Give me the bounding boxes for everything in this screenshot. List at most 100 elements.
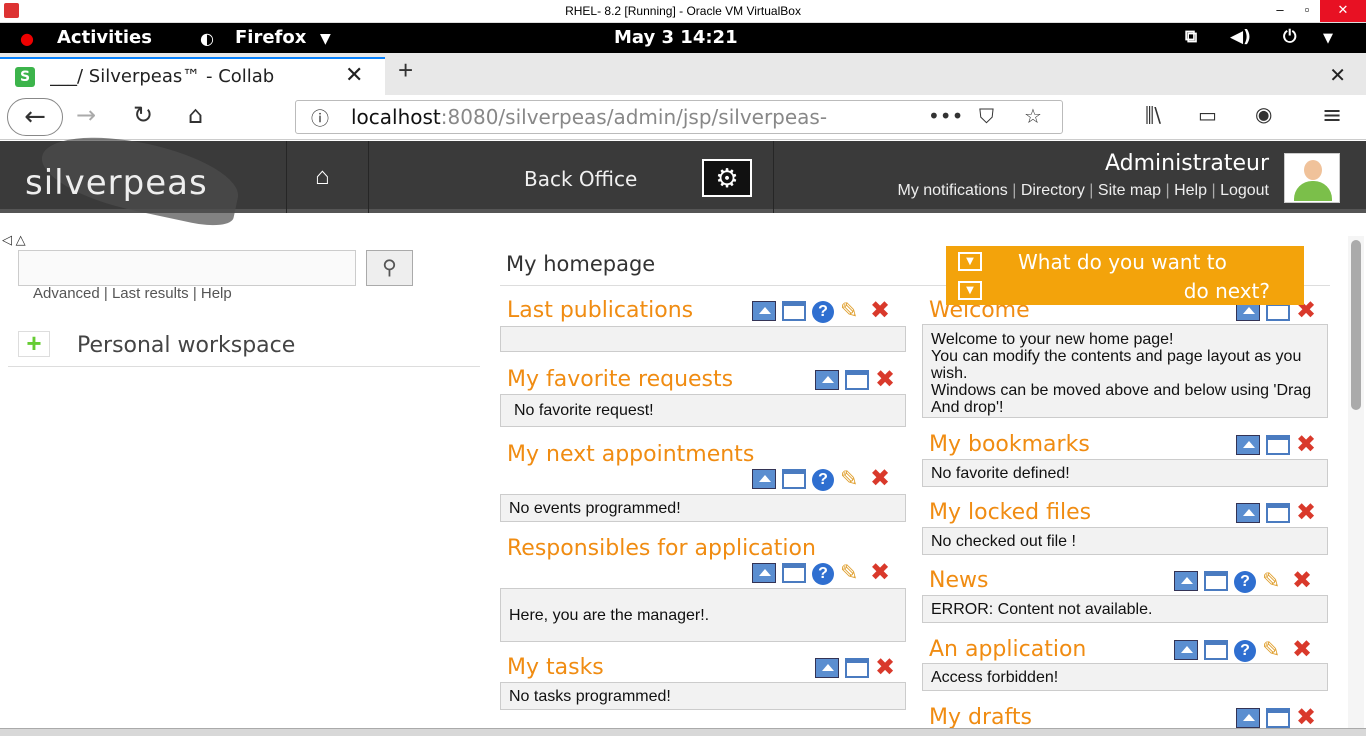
tab-close-icon[interactable]: ✕	[345, 63, 363, 88]
close-window-button[interactable]: ✕	[1320, 0, 1366, 22]
home-icon[interactable]: ⌂	[315, 163, 330, 191]
minimize-icon[interactable]	[752, 301, 776, 321]
reload-button[interactable]: ↻	[133, 101, 153, 129]
search-input[interactable]	[18, 250, 356, 286]
volume-icon[interactable]: ◀)	[1230, 27, 1251, 47]
edit-icon[interactable]: ✎	[840, 468, 864, 490]
url-text[interactable]: localhost:8080/silverpeas/admin/jsp/silv…	[351, 105, 866, 129]
minimize-icon[interactable]	[752, 563, 776, 583]
dropdown-arrow-icon[interactable]: ▼	[958, 252, 982, 271]
what-next-dropdown[interactable]: ▼ What do you want to ▼ do next?	[946, 246, 1304, 305]
help-icon[interactable]: ?	[812, 563, 834, 585]
delete-icon[interactable]: ✖	[1292, 638, 1316, 662]
delete-icon[interactable]: ✖	[1296, 433, 1320, 457]
portlet-title: My bookmarks	[929, 432, 1090, 457]
minimize-icon[interactable]	[1236, 708, 1260, 728]
maximize-icon[interactable]	[782, 563, 806, 583]
site-map-link[interactable]: Site map	[1098, 182, 1161, 199]
directory-link[interactable]: Directory	[1021, 182, 1085, 199]
network-icon[interactable]: ⧉	[1185, 27, 1197, 47]
scrollbar-thumb[interactable]	[1351, 240, 1361, 410]
portlet-title: Last publications	[507, 298, 694, 323]
page-scrollbar[interactable]	[1348, 236, 1364, 736]
maximize-icon[interactable]	[782, 469, 806, 489]
delete-icon[interactable]: ✖	[870, 467, 894, 491]
minimize-icon[interactable]	[815, 658, 839, 678]
edit-icon[interactable]: ✎	[840, 562, 864, 584]
minimize-icon[interactable]	[1174, 571, 1198, 591]
avatar[interactable]	[1284, 153, 1340, 203]
hamburger-menu-icon[interactable]: ≡	[1322, 101, 1342, 129]
maximize-icon[interactable]	[1266, 503, 1290, 523]
portlet-body: No tasks programmed!	[500, 682, 906, 710]
gnome-topbar: ● Activities ◐ Firefox ▼ May 3 14:21 ⧉ ◀…	[0, 23, 1366, 53]
minimize-icon[interactable]	[1174, 640, 1198, 660]
extension-icon[interactable]: ◉	[1255, 102, 1272, 126]
dropdown-arrow-icon[interactable]: ▼	[958, 281, 982, 300]
maximize-icon[interactable]	[1266, 708, 1290, 728]
back-office-link[interactable]: Back Office	[524, 167, 637, 191]
minimize-icon[interactable]	[1236, 435, 1260, 455]
maximize-icon[interactable]	[782, 301, 806, 321]
minimize-button[interactable]: –	[1265, 0, 1295, 22]
portlet-title: My drafts	[929, 705, 1032, 730]
edit-icon[interactable]: ✎	[1262, 570, 1286, 592]
maximize-icon[interactable]	[845, 370, 869, 390]
library-icon[interactable]: ⫼\	[1145, 103, 1161, 127]
app-menu-button[interactable]: Firefox	[235, 27, 306, 48]
delete-icon[interactable]: ✖	[870, 561, 894, 585]
close-window-icon[interactable]: ✕	[1329, 63, 1346, 88]
minimize-icon[interactable]	[752, 469, 776, 489]
page-actions-button[interactable]: •••	[928, 104, 963, 128]
logout-link[interactable]: Logout	[1220, 182, 1269, 199]
minimize-icon[interactable]	[1236, 503, 1260, 523]
tab-silverpeas[interactable]: S ___/ Silverpeas™ - Collab ✕	[0, 57, 385, 95]
help-icon[interactable]: ?	[812, 301, 834, 323]
portlet-title: My tasks	[507, 655, 604, 680]
silverpeas-logo[interactable]: silverpeas	[25, 163, 208, 203]
maximize-icon[interactable]	[1204, 571, 1228, 591]
maximize-icon[interactable]	[1204, 640, 1228, 660]
gear-icon[interactable]: ⚙	[702, 159, 752, 197]
help-icon[interactable]: ?	[812, 469, 834, 491]
delete-icon[interactable]: ✖	[875, 656, 899, 680]
search-links[interactable]: Advanced | Last results | Help	[33, 285, 232, 302]
bookmark-star-icon[interactable]: ☆	[1024, 104, 1042, 128]
url-bar[interactable]: ⓘ localhost:8080/silverpeas/admin/jsp/si…	[295, 100, 1063, 134]
portlet-body: No events programmed!	[500, 494, 906, 522]
help-icon[interactable]: ?	[1234, 640, 1256, 662]
personal-workspace-item[interactable]: + Personal workspace	[8, 325, 480, 367]
maximize-icon[interactable]	[845, 658, 869, 678]
back-button[interactable]: ←	[7, 98, 63, 136]
activities-button[interactable]: Activities	[57, 27, 152, 48]
plus-icon[interactable]: +	[18, 330, 50, 357]
portlet-toolbar: ✖	[815, 368, 905, 392]
new-tab-button[interactable]: +	[398, 55, 413, 86]
edit-icon[interactable]: ✎	[840, 300, 864, 322]
delete-icon[interactable]: ✖	[1292, 569, 1316, 593]
forward-button[interactable]: →	[76, 101, 96, 129]
search-button[interactable]: ⚲	[366, 250, 413, 286]
delete-icon[interactable]: ✖	[875, 368, 899, 392]
site-info-icon[interactable]: ⓘ	[311, 105, 329, 131]
system-menu-chevron-icon[interactable]: ▼	[1323, 31, 1333, 46]
help-link[interactable]: Help	[1174, 182, 1207, 199]
delete-icon[interactable]: ✖	[1296, 501, 1320, 525]
power-icon[interactable]: ⏻	[1283, 27, 1296, 47]
my-notifications-link[interactable]: My notifications	[897, 182, 1007, 199]
sidebar-icon[interactable]: ▭	[1198, 103, 1217, 127]
portlet-body: Here, you are the manager!.	[500, 588, 906, 642]
minimize-icon[interactable]	[815, 370, 839, 390]
restore-button[interactable]: ▫	[1293, 0, 1321, 22]
edit-icon[interactable]: ✎	[1262, 639, 1286, 661]
home-button[interactable]: ⌂	[188, 101, 203, 129]
window-title: RHEL- 8.2 [Running] - Oracle VM VirtualB…	[565, 4, 801, 18]
portlet-body: ERROR: Content not available.	[922, 595, 1328, 623]
collapse-toggle[interactable]: ◁ △	[2, 232, 26, 248]
delete-icon[interactable]: ✖	[870, 299, 894, 323]
delete-icon[interactable]: ✖	[1296, 706, 1320, 730]
clock[interactable]: May 3 14:21	[614, 27, 738, 48]
maximize-icon[interactable]	[1266, 435, 1290, 455]
pocket-icon[interactable]: ⛉	[979, 104, 994, 128]
help-icon[interactable]: ?	[1234, 571, 1256, 593]
